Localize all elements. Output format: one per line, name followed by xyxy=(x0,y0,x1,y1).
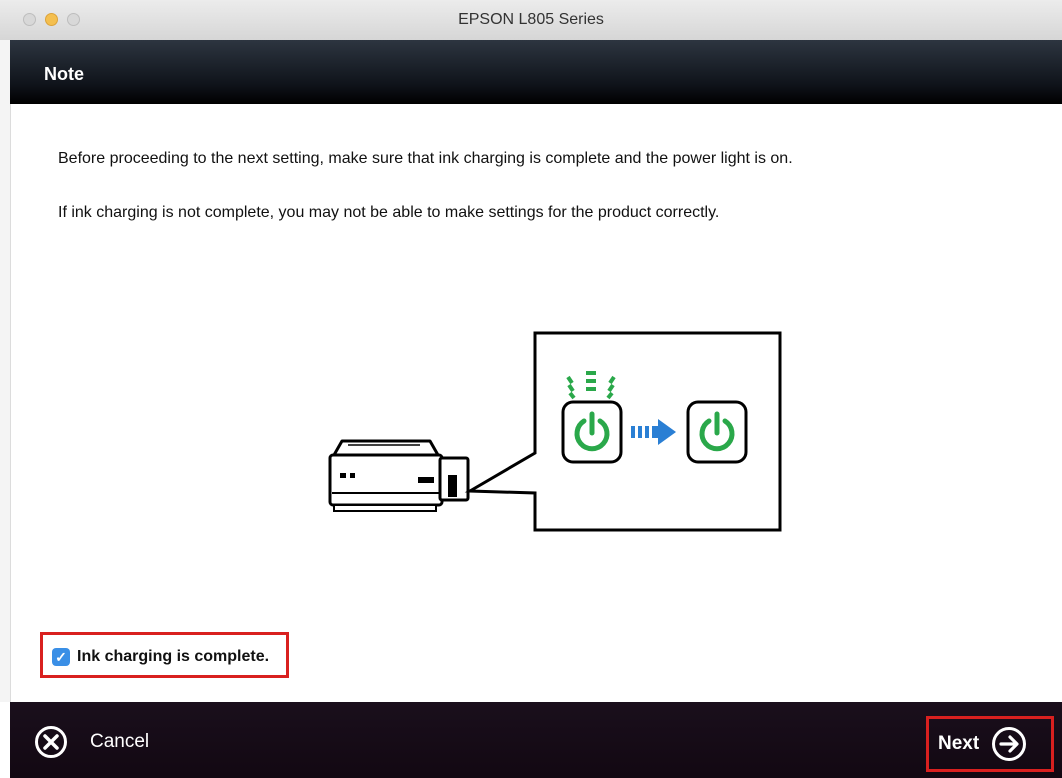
ink-complete-checkbox[interactable]: ✓ xyxy=(52,648,70,666)
left-edge xyxy=(0,40,11,702)
instruction-text-1: Before proceeding to the next setting, m… xyxy=(58,150,793,167)
cancel-label: Cancel xyxy=(90,731,150,752)
next-button[interactable]: Next xyxy=(926,716,1054,772)
instruction-text-2: If ink charging is not complete, you may… xyxy=(58,204,720,221)
title-bar: EPSON L805 Series xyxy=(0,0,1062,41)
arrow-circle-right-icon xyxy=(992,727,1027,761)
power-light-illustration xyxy=(328,331,782,532)
section-header: Note xyxy=(10,40,1062,104)
ink-complete-label[interactable]: Ink charging is complete. xyxy=(77,648,269,666)
power-light-on-icon xyxy=(686,400,748,464)
printer-icon xyxy=(328,439,470,512)
installer-window: EPSON L805 Series Note Before proceeding… xyxy=(0,0,1062,778)
next-label: Next xyxy=(938,733,980,754)
cancel-button[interactable]: Cancel xyxy=(34,724,149,760)
footer-bar: Cancel Next xyxy=(10,702,1062,778)
window-title: EPSON L805 Series xyxy=(458,11,604,28)
cancel-icon xyxy=(35,726,67,758)
section-title: Note xyxy=(44,64,84,84)
